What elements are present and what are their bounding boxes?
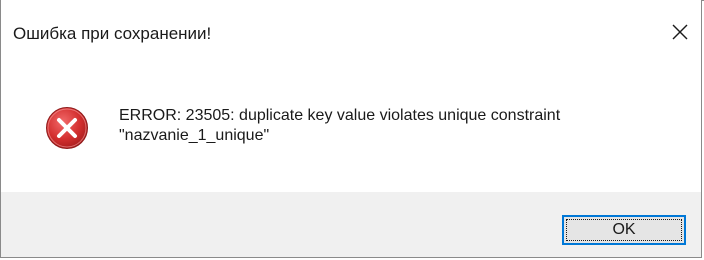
- error-message-line-1: ERROR: 23505: duplicate key value violat…: [119, 107, 561, 124]
- close-icon: [672, 24, 688, 40]
- dialog-footer: OK: [1, 192, 701, 257]
- dialog-title: Ошибка при сохранении!: [13, 24, 212, 43]
- ok-button-label: OK: [612, 221, 636, 238]
- error-message: ERROR: 23505: duplicate key value violat…: [119, 106, 679, 146]
- close-button[interactable]: [659, 12, 701, 52]
- error-message-line-2: "nazvanie_1_unique": [119, 127, 270, 144]
- error-dialog: Ошибка при сохранении! ERROR: 23505: dup…: [0, 0, 702, 258]
- title-bar[interactable]: Ошибка при сохранении!: [1, 0, 701, 60]
- dialog-content: ERROR: 23505: duplicate key value violat…: [1, 60, 701, 192]
- error-icon: [46, 107, 88, 149]
- ok-button[interactable]: OK: [562, 215, 686, 245]
